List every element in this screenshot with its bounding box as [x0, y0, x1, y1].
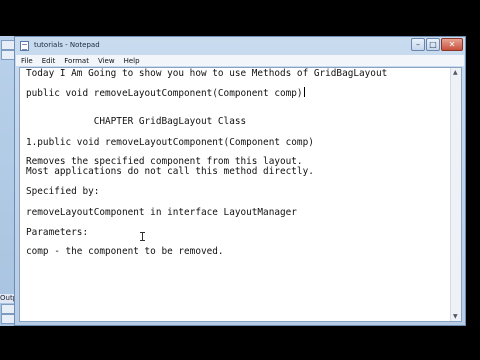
- maximize-button[interactable]: □: [426, 38, 440, 51]
- text-line: Today I Am Going to show you how to use …: [26, 68, 388, 79]
- menu-view[interactable]: View: [93, 57, 119, 65]
- window-title: tutorials - Notepad: [34, 41, 100, 49]
- text-caret: [303, 87, 305, 97]
- text-line: comp - the component to be removed.: [26, 246, 224, 257]
- window-controls: – □ ✕: [410, 38, 463, 52]
- scroll-down-icon[interactable]: ▼: [453, 313, 458, 320]
- vertical-scrollbar[interactable]: ▲ ▼: [450, 68, 461, 321]
- background-toolbar-block: [1, 314, 15, 324]
- text-line: removeLayoutComponent in interface Layou…: [26, 207, 297, 218]
- scroll-up-icon[interactable]: ▲: [453, 69, 458, 76]
- text-line: public void removeLayoutComponent(Compon…: [26, 88, 303, 99]
- title-bar[interactable]: tutorials - Notepad – □ ✕: [15, 37, 465, 55]
- text-line: Specified by:: [26, 186, 100, 197]
- background-toolbar-block: [1, 50, 15, 60]
- menu-help[interactable]: Help: [119, 57, 144, 65]
- close-button[interactable]: ✕: [441, 38, 463, 51]
- menu-format[interactable]: Format: [59, 57, 93, 65]
- menu-edit[interactable]: Edit: [37, 57, 60, 65]
- text-line: CHAPTER GridBagLayout Class: [26, 116, 247, 127]
- menu-bar: File Edit Format View Help: [16, 55, 464, 66]
- minimize-button[interactable]: –: [411, 38, 425, 51]
- menu-file[interactable]: File: [16, 57, 37, 65]
- notepad-window: tutorials - Notepad – □ ✕ File Edit Form…: [14, 36, 466, 326]
- text-line: Parameters:: [26, 227, 89, 238]
- background-toolbar-block: [1, 304, 15, 314]
- output-panel-label[interactable]: Outp: [0, 294, 14, 303]
- text-editor[interactable]: Today I Am Going to show you how to use …: [19, 67, 462, 322]
- text-line: Most applications do not call this metho…: [26, 166, 314, 177]
- text-line-with-caret: public void removeLayoutComponent(Compon…: [26, 87, 305, 99]
- background-toolbar-block: [1, 40, 15, 50]
- text-cursor-icon: [140, 232, 145, 241]
- text-line: 1.public void removeLayoutComponent(Comp…: [26, 137, 314, 148]
- notepad-icon[interactable]: [20, 41, 29, 51]
- background-window-strip: Outp: [0, 36, 15, 326]
